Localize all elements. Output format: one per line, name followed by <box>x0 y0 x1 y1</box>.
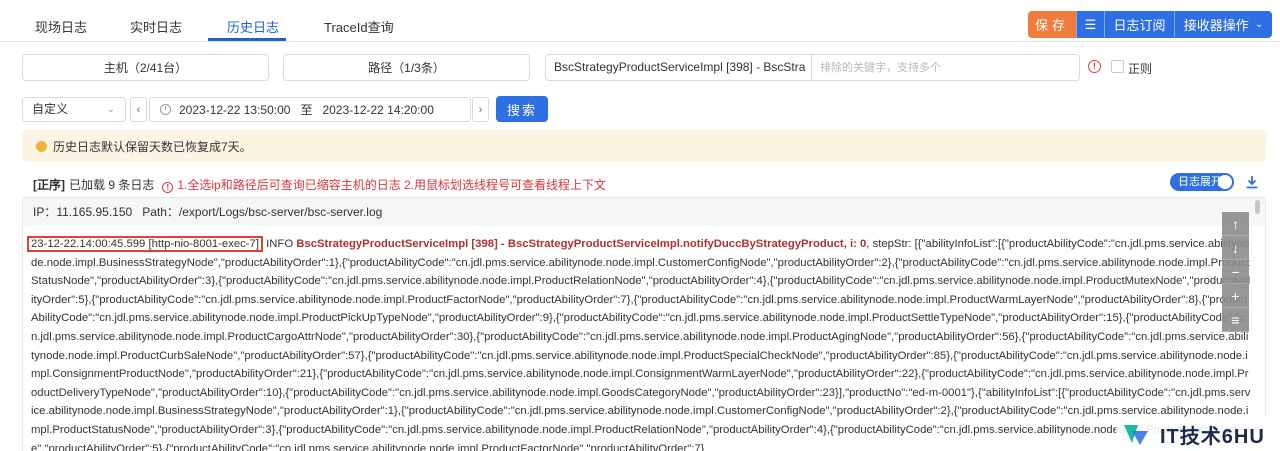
log-subscribe-button[interactable]: 日志订阅 <box>1104 11 1174 38</box>
toggle-knob <box>1218 175 1232 189</box>
scrollbar-thumb[interactable] <box>1255 200 1260 214</box>
log-entry[interactable]: 23-12-22.14:00:45.599 [http-nio-8001-exe… <box>27 235 1251 451</box>
time-mode-select[interactable]: 自定义 ⌄ <box>22 97 126 122</box>
active-tab-indicator <box>208 38 286 41</box>
action-button-group: 保存 ☰ 日志订阅 接收器操作 ⌄ <box>1028 11 1272 38</box>
sort-order-label[interactable]: [正序] <box>33 176 65 193</box>
clock-icon <box>160 104 171 115</box>
log-timestamp-thread[interactable]: 23-12-22.14:00:45.599 [http-nio-8001-exe… <box>27 236 263 252</box>
zoom-in-icon[interactable]: + <box>1222 284 1249 308</box>
chevron-down-icon: ⌄ <box>1254 19 1264 30</box>
list-icon[interactable]: ☰ <box>1076 11 1104 38</box>
tab-realtime-log[interactable]: 实时日志 <box>130 17 182 36</box>
log-content: , stepStr: [{"abilityInfoList":[{"produc… <box>31 238 1251 451</box>
log-source-header: IP：11.165.95.150 Path：/export/Logs/bsc-se… <box>23 198 1265 226</box>
tab-history-log[interactable]: 历史日志 <box>227 17 279 36</box>
log-expand-toggle[interactable]: 日志展开 <box>1170 173 1234 191</box>
usage-tip: ! 1.全选ip和路径后可查询已缩容主机的日志 2.用鼠标划选线程号可查看线程上下… <box>162 176 606 193</box>
time-range-picker[interactable]: 2023-12-22 13:50:00 至 2023-12-22 14:20:0… <box>149 97 471 122</box>
log-path: Path：/export/Logs/bsc-server/bsc-server.… <box>142 205 383 219</box>
loaded-count: 已加载 9 条日志 <box>69 178 155 192</box>
tab-traceid-query[interactable]: TraceId查询 <box>324 17 394 36</box>
keyword-filter-group: BscStrategyProductServiceImpl [398] - Bs… <box>545 54 1080 81</box>
download-icon[interactable] <box>1245 175 1259 189</box>
log-class-method: BscStrategyProductServiceImpl [398] - Bs… <box>296 238 867 250</box>
path-select[interactable]: 路径（1/3条） <box>283 54 530 81</box>
log-expand-label: 日志展开 <box>1178 176 1222 188</box>
notice-text: 历史日志默认保留天数已恢复成7天。 <box>53 139 252 154</box>
time-mode-value: 自定义 <box>32 102 69 116</box>
info-icon: ! <box>162 182 174 193</box>
range-separator: 至 <box>300 103 313 117</box>
regex-checkbox[interactable] <box>1111 60 1124 73</box>
log-level: INFO <box>262 238 297 250</box>
receiver-operation-label: 接收器操作 <box>1183 18 1249 33</box>
log-scrollbar[interactable] <box>1253 197 1262 451</box>
log-tools: ↑ ↓ − + ≡ <box>1222 212 1249 332</box>
prev-time-button[interactable]: ‹ <box>130 97 147 122</box>
usage-tip-text: 1.全选ip和路径后可查询已缩容主机的日志 2.用鼠标划选线程号可查看线程上下文 <box>177 178 607 192</box>
info-alert-icon[interactable]: ! <box>1088 60 1101 73</box>
receiver-operation-dropdown[interactable]: 接收器操作 ⌄ <box>1174 11 1272 38</box>
log-ip: IP：11.165.95.150 <box>33 205 133 219</box>
retention-notice: 历史日志默认保留天数已恢复成7天。 <box>22 130 1266 162</box>
regex-label: 正则 <box>1128 62 1153 76</box>
watermark-text: IT技术6HU <box>1160 425 1265 448</box>
chevron-down-icon: ⌄ <box>106 104 115 115</box>
include-keyword-value[interactable]: BscStrategyProductServiceImpl [398] - Bs… <box>546 55 812 80</box>
end-time: 2023-12-22 14:20:00 <box>322 102 434 117</box>
watermark: IT技术6HU <box>1116 417 1280 451</box>
menu-icon[interactable]: ≡ <box>1222 308 1249 332</box>
host-select[interactable]: 主机（2/41台） <box>22 54 269 81</box>
save-button[interactable]: 保存 <box>1028 11 1076 38</box>
start-time: 2023-12-22 13:50:00 <box>179 102 291 117</box>
scroll-top-icon[interactable]: ↑ <box>1222 212 1249 236</box>
warning-dot-icon <box>36 140 47 152</box>
next-time-button[interactable]: › <box>472 97 489 122</box>
log-status-line: [正序] 已加载 9 条日志 ! 1.全选ip和路径后可查询已缩容主机的日志 2.… <box>33 176 606 193</box>
exclude-keyword-input[interactable] <box>812 55 1079 80</box>
tab-onsite-log[interactable]: 现场日志 <box>35 17 87 36</box>
scroll-bottom-icon[interactable]: ↓ <box>1222 236 1249 260</box>
search-button[interactable]: 搜索 <box>496 96 548 122</box>
zoom-out-icon[interactable]: − <box>1222 260 1249 284</box>
log-panel: IP：11.165.95.150 Path：/export/Logs/bsc-se… <box>22 197 1266 451</box>
site-logo-icon <box>1124 425 1148 445</box>
